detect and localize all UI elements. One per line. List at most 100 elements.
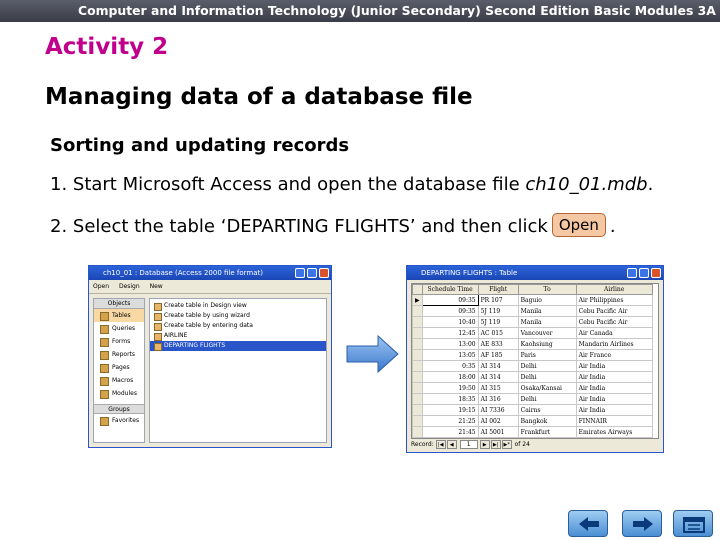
table-cell[interactable]: Emirates Airways [575, 426, 653, 438]
row-selector[interactable] [412, 305, 423, 317]
table-cell[interactable]: Osaka/Kansai [517, 382, 577, 394]
table-cell[interactable]: AC 015 [477, 327, 519, 339]
table-cell[interactable]: Manila [517, 316, 577, 328]
table-cell[interactable]: 0:35 [421, 360, 479, 372]
table-cell[interactable]: AF 185 [477, 349, 519, 361]
row-selector[interactable] [412, 382, 423, 394]
table-cell[interactable]: Kaohsiung [517, 338, 577, 350]
minimize-icon[interactable] [627, 268, 637, 278]
row-selector[interactable] [412, 360, 423, 372]
record-number-field[interactable]: 1 [459, 440, 478, 449]
table-cell[interactable]: AI 7336 [477, 404, 519, 416]
row-selector[interactable] [412, 415, 423, 427]
table-cell[interactable]: Air Canada [575, 327, 653, 339]
table-cell[interactable]: 10:40 [421, 316, 479, 328]
table-cell[interactable]: Delhi [517, 393, 577, 405]
table-cell[interactable]: 5J 119 [477, 316, 519, 328]
list-item[interactable]: Create table by using wizard [150, 311, 326, 321]
group-favorites[interactable]: Favorites [94, 414, 144, 427]
table-cell[interactable]: Air France [575, 349, 653, 361]
list-item-departing-flights[interactable]: DEPARTING FLIGHTS [150, 341, 326, 351]
object-modules[interactable]: Modules [94, 387, 144, 400]
table-cell[interactable]: 18:35 [421, 393, 479, 405]
toolbar-open-button[interactable]: Open [93, 283, 109, 290]
table-cell[interactable]: Cebu Pacific Air [575, 305, 653, 317]
column-header[interactable]: Schedule Time [421, 284, 479, 295]
object-reports[interactable]: Reports [94, 348, 144, 361]
maximize-icon[interactable] [639, 268, 649, 278]
row-selector[interactable] [412, 316, 423, 328]
last-record-button[interactable]: ▶| [490, 440, 501, 449]
table-cell[interactable]: 09:35 [421, 305, 479, 317]
table-cell[interactable]: Cebu Pacific Air [575, 316, 653, 328]
table-row[interactable]: 12:45 AC 015 Vancouver Air Canada [412, 327, 653, 339]
table-row[interactable]: ▶ 09:35 PR 107 Baguio Air Philippines [412, 294, 653, 306]
table-cell[interactable]: AE 833 [477, 338, 519, 350]
row-selector[interactable] [412, 404, 423, 416]
table-row[interactable]: 13:00 AE 833 Kaohsiung Mandarin Airlines [412, 338, 653, 350]
table-cell[interactable]: Mandarin Airlines [575, 338, 653, 350]
table-row[interactable]: 21:25 AI 002 Bangkok FINNAIR [412, 415, 653, 427]
column-header[interactable]: Airline [575, 284, 653, 295]
table-cell[interactable]: Cairns [517, 404, 577, 416]
row-selector[interactable] [412, 371, 423, 383]
table-cell[interactable]: 18:00 [421, 371, 479, 383]
object-queries[interactable]: Queries [94, 322, 144, 335]
table-cell[interactable]: 09:35 [421, 294, 479, 306]
object-macros[interactable]: Macros [94, 374, 144, 387]
table-cell[interactable]: 13:00 [421, 338, 479, 350]
table-cell[interactable]: 12:45 [421, 327, 479, 339]
table-cell[interactable]: Air India [575, 393, 653, 405]
object-forms[interactable]: Forms [94, 335, 144, 348]
close-icon[interactable] [651, 268, 661, 278]
table-cell[interactable]: 21:45 [421, 426, 479, 438]
table-cell[interactable]: Air India [575, 360, 653, 372]
table-cell[interactable]: Manila [517, 305, 577, 317]
toolbar-design-button[interactable]: Design [119, 283, 140, 290]
object-tables[interactable]: Tables [94, 309, 144, 322]
table-cell[interactable]: Delhi [517, 360, 577, 372]
table-cell[interactable]: AI 314 [477, 360, 519, 372]
menu-button[interactable] [673, 510, 713, 537]
minimize-icon[interactable] [295, 268, 305, 278]
table-row[interactable]: 09:35 5J 119 Manila Cebu Pacific Air [412, 305, 653, 317]
table-cell[interactable]: Baguio [517, 294, 577, 306]
table-cell[interactable]: Vancouver [517, 327, 577, 339]
table-cell[interactable]: AI 5001 [477, 426, 519, 438]
table-cell[interactable]: AI 002 [477, 415, 519, 427]
table-cell[interactable]: 5J 119 [477, 305, 519, 317]
new-record-button[interactable]: ▶* [501, 440, 512, 449]
table-cell[interactable]: FINNAIR [575, 415, 653, 427]
table-row[interactable]: 10:40 5J 119 Manila Cebu Pacific Air [412, 316, 653, 328]
maximize-icon[interactable] [307, 268, 317, 278]
next-slide-button[interactable] [622, 510, 662, 537]
row-selector[interactable] [412, 393, 423, 405]
row-selector[interactable]: ▶ [412, 294, 423, 306]
table-row[interactable]: 21:45 AI 5001 Frankfurt Emirates Airways [412, 426, 653, 438]
table-cell[interactable]: 21:25 [421, 415, 479, 427]
list-item[interactable]: AIRLINE [150, 331, 326, 341]
row-selector[interactable] [412, 349, 423, 361]
table-row[interactable]: 19:50 AI 315 Osaka/Kansai Air India [412, 382, 653, 394]
table-row[interactable]: 18:00 AI 314 Delhi Air India [412, 371, 653, 383]
table-cell[interactable]: 19:50 [421, 382, 479, 394]
table-cell[interactable]: Air Philippines [575, 294, 653, 306]
table-cell[interactable]: Bangkok [517, 415, 577, 427]
table-row[interactable]: 19:15 AI 7336 Cairns Air India [412, 404, 653, 416]
close-icon[interactable] [319, 268, 329, 278]
table-cell[interactable]: AI 315 [477, 382, 519, 394]
list-item[interactable]: Create table by entering data [150, 321, 326, 331]
table-cell[interactable]: AI 316 [477, 393, 519, 405]
first-record-button[interactable]: |◀ [435, 440, 446, 449]
prev-record-button[interactable]: ◀ [446, 440, 457, 449]
table-cell[interactable]: PR 107 [477, 294, 519, 306]
toolbar-new-button[interactable]: New [150, 283, 163, 290]
table-cell[interactable]: Air India [575, 404, 653, 416]
table-cell[interactable]: Air India [575, 371, 653, 383]
table-cell[interactable]: Delhi [517, 371, 577, 383]
list-item[interactable]: Create table in Design view [150, 301, 326, 311]
table-cell[interactable]: Air India [575, 382, 653, 394]
table-cell[interactable]: 19:15 [421, 404, 479, 416]
next-record-button[interactable]: ▶ [479, 440, 490, 449]
table-cell[interactable]: 13:05 [421, 349, 479, 361]
